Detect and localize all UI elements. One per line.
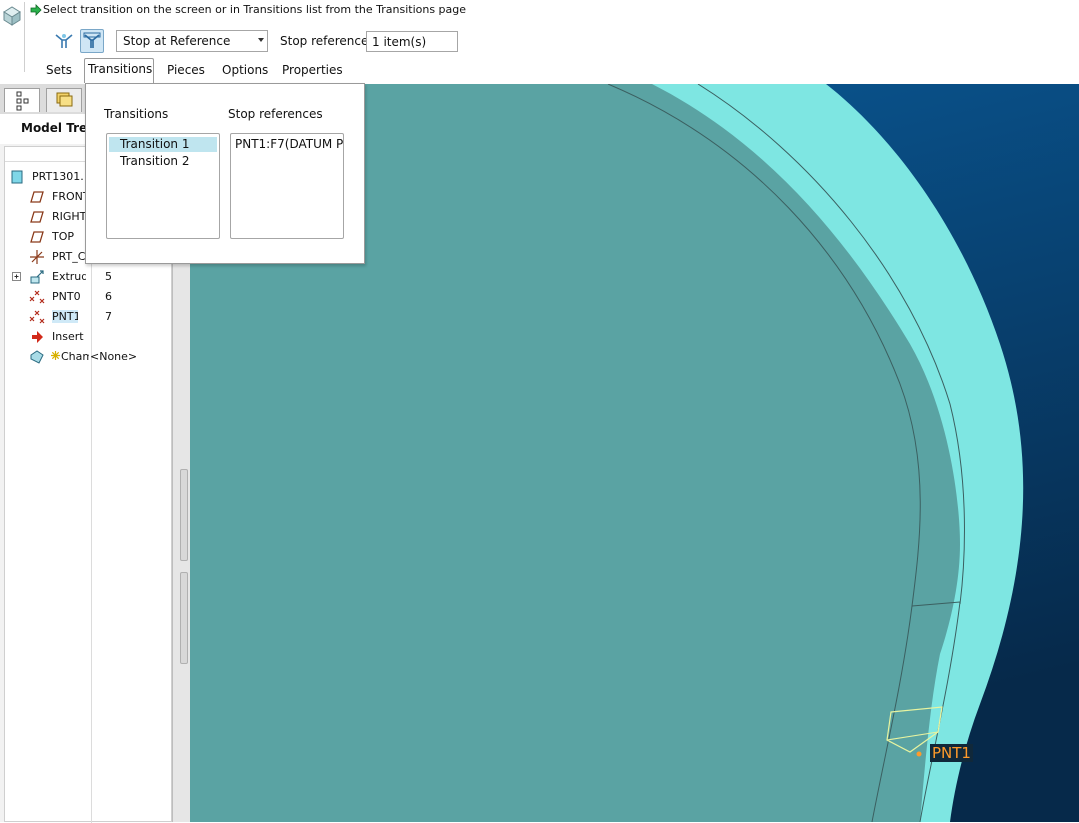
tree-row-feature-number: 5	[105, 270, 112, 283]
tree-row-pnt1[interactable]: PNT1 7	[5, 308, 171, 326]
tree-row-label: FRONT	[52, 190, 86, 203]
model-tree-icon	[16, 91, 29, 111]
transitions-panel: Transitions Stop references Transition 1…	[85, 83, 365, 264]
tree-row-feature-number: 7	[105, 310, 112, 323]
tree-row-label: Insert H	[52, 330, 86, 343]
tree-row-pnt0[interactable]: PNT0 6	[5, 288, 171, 306]
stop-reference-label: Stop reference	[280, 34, 369, 48]
part-icon	[11, 170, 23, 184]
stop-mode-value: Stop at Reference	[123, 34, 231, 48]
datum-plane-icon	[30, 211, 44, 223]
in-progress-star-icon	[51, 351, 60, 360]
tab-transitions[interactable]: Transitions	[84, 58, 154, 83]
expand-icon[interactable]	[12, 272, 22, 282]
stop-mode-select[interactable]: Stop at Reference	[116, 30, 268, 52]
stop-reference-item[interactable]: PNT1:F7(DATUM PO	[235, 137, 343, 151]
tree-row-label: TOP	[52, 230, 75, 243]
tree-row-insert-here[interactable]: Insert H	[5, 328, 171, 346]
tab-sets[interactable]: Sets	[44, 60, 74, 82]
stop-references-list[interactable]: PNT1:F7(DATUM PO	[230, 133, 344, 239]
splitter-grip[interactable]	[180, 572, 188, 664]
tab-options[interactable]: Options	[220, 60, 270, 82]
tree-row-label: Cham	[61, 350, 89, 363]
tree-row-feature-number: <None>	[90, 350, 138, 363]
stop-reference-collector[interactable]: 1 item(s)	[366, 31, 458, 52]
tree-row-feature-number: 6	[105, 290, 112, 303]
chain-transition-button[interactable]	[52, 29, 76, 53]
datum-point-label[interactable]: PNT1	[930, 744, 973, 762]
tree-row-label: RIGHT	[52, 210, 86, 223]
tree-row-label: Extrude	[52, 270, 86, 283]
dashboard: Select transition on the screen or in Tr…	[0, 0, 1079, 84]
round-feature-icon	[3, 6, 21, 26]
tab-properties[interactable]: Properties	[280, 60, 345, 82]
dashboard-divider	[24, 2, 25, 72]
datum-plane-icon	[30, 191, 44, 203]
tree-row-label: PRT_C	[52, 250, 86, 263]
transition-mode-button[interactable]	[80, 29, 104, 53]
chevron-down-icon	[258, 38, 264, 42]
round-set-icon	[55, 34, 73, 48]
coordinate-system-icon	[30, 250, 44, 264]
message-text: Select transition on the screen or in Tr…	[43, 3, 467, 16]
datum-point-icon	[29, 310, 45, 324]
splitter-grip[interactable]	[180, 469, 188, 561]
transitions-list[interactable]: Transition 1 Transition 2	[106, 133, 220, 239]
tree-row-chamfer[interactable]: Cham <None>	[5, 348, 171, 366]
tree-row-label: PNT1	[52, 310, 78, 323]
datum-point-marker	[916, 751, 922, 757]
transition-icon	[83, 32, 101, 48]
transition-item-1[interactable]: Transition 1	[109, 137, 217, 152]
datum-point-icon	[29, 290, 45, 304]
folder-icon	[56, 92, 73, 107]
tree-row-extrude[interactable]: Extrude 5	[5, 268, 171, 286]
extrude-icon	[30, 270, 44, 284]
tree-row-label: PNT0	[52, 290, 81, 303]
tree-row-label: PRT1301.P	[32, 170, 84, 183]
tab-model-tree[interactable]	[4, 88, 40, 112]
tab-folder-browser[interactable]	[46, 88, 82, 112]
stop-references-label: Stop references	[228, 107, 323, 121]
transition-item-2[interactable]: Transition 2	[109, 154, 217, 169]
datum-plane-icon	[30, 231, 44, 243]
message-arrow-icon	[30, 4, 42, 16]
tab-pieces[interactable]: Pieces	[165, 60, 207, 82]
insert-here-arrow-icon	[32, 331, 43, 343]
transitions-label: Transitions	[104, 107, 169, 121]
chamfer-icon	[30, 350, 44, 364]
